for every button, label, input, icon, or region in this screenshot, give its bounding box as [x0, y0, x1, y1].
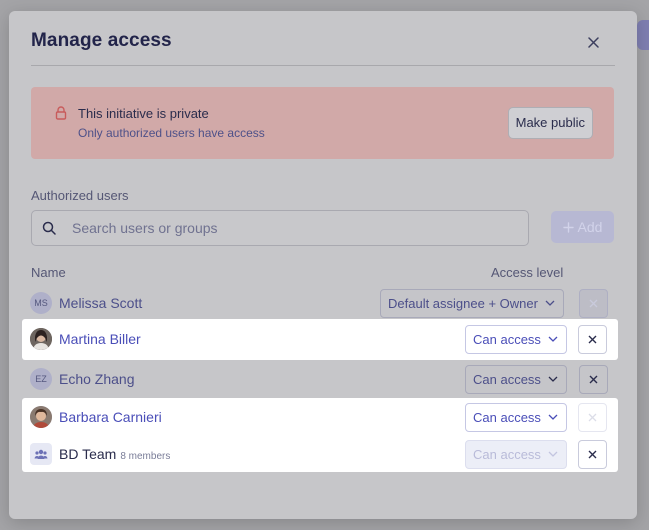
access-level-value: Default assignee + Owner — [388, 296, 538, 311]
user-row: EZ Echo Zhang Can access — [22, 359, 616, 399]
group-icon — [34, 449, 48, 459]
chevron-down-icon — [545, 300, 555, 306]
access-level-select[interactable]: Can access — [465, 403, 567, 432]
user-row: Barbara Carnieri Can access — [22, 397, 618, 437]
avatar — [30, 328, 52, 350]
search-icon — [42, 221, 56, 235]
modal-title: Manage access — [31, 30, 172, 51]
access-level-value: Can access — [473, 372, 541, 387]
close-icon — [588, 413, 597, 422]
access-level-select[interactable]: Can access — [465, 440, 567, 469]
plus-icon — [562, 221, 574, 233]
avatar-photo — [30, 406, 52, 428]
remove-group-button[interactable] — [578, 440, 607, 469]
background-panel — [637, 20, 649, 50]
close-button[interactable] — [583, 32, 603, 52]
user-name[interactable]: Melissa Scott — [59, 295, 142, 311]
close-icon — [589, 299, 598, 308]
user-name[interactable]: Echo Zhang — [59, 371, 135, 387]
user-row: Martina Biller Can access — [22, 319, 618, 360]
access-level-select[interactable]: Can access — [465, 365, 567, 394]
avatar-initials: EZ — [35, 374, 47, 384]
remove-user-button[interactable] — [578, 325, 607, 354]
avatar — [30, 406, 52, 428]
add-button-label: Add — [577, 219, 603, 235]
group-name-label: BD Team — [59, 446, 117, 462]
user-name[interactable]: Martina Biller — [59, 331, 141, 347]
add-button[interactable]: Add — [551, 211, 614, 243]
banner-title: This initiative is private — [78, 106, 209, 121]
user-row: MS Melissa Scott Default assignee + Owne… — [22, 283, 616, 323]
lock-icon — [55, 106, 67, 120]
column-header-access-level: Access level — [491, 265, 564, 280]
access-level-value: Can access — [473, 332, 541, 347]
chevron-down-icon — [548, 376, 558, 382]
header-divider — [31, 65, 615, 66]
search-input[interactable] — [72, 211, 512, 245]
chevron-down-icon — [548, 451, 558, 457]
access-level-value: Can access — [473, 447, 541, 462]
authorized-users-label: Authorized users — [31, 188, 129, 203]
avatar-initials: MS — [34, 298, 48, 308]
access-level-select[interactable]: Can access — [465, 325, 567, 354]
make-public-button[interactable]: Make public — [507, 107, 593, 139]
close-icon — [589, 375, 598, 384]
column-header-name: Name — [31, 265, 66, 280]
member-count: 8 members — [120, 451, 171, 462]
group-row: BD Team 8 members Can access — [22, 434, 618, 474]
remove-user-button[interactable] — [579, 365, 608, 394]
chevron-down-icon — [548, 336, 558, 342]
user-name[interactable]: Barbara Carnieri — [59, 409, 162, 425]
access-level-select[interactable]: Default assignee + Owner — [380, 289, 564, 318]
avatar-photo — [30, 328, 52, 350]
group-name[interactable]: BD Team 8 members — [59, 446, 170, 462]
access-level-value: Can access — [473, 410, 541, 425]
close-icon — [587, 36, 599, 48]
search-field — [31, 210, 529, 246]
close-icon — [588, 335, 597, 344]
avatar — [30, 443, 52, 465]
remove-user-button[interactable] — [578, 403, 607, 432]
chevron-down-icon — [548, 414, 558, 420]
close-icon — [588, 450, 597, 459]
avatar: MS — [30, 292, 52, 314]
private-banner: This initiative is private Only authoriz… — [31, 87, 614, 159]
avatar: EZ — [30, 368, 52, 390]
remove-user-button[interactable] — [579, 289, 608, 318]
banner-subtitle: Only authorized users have access — [78, 126, 265, 140]
